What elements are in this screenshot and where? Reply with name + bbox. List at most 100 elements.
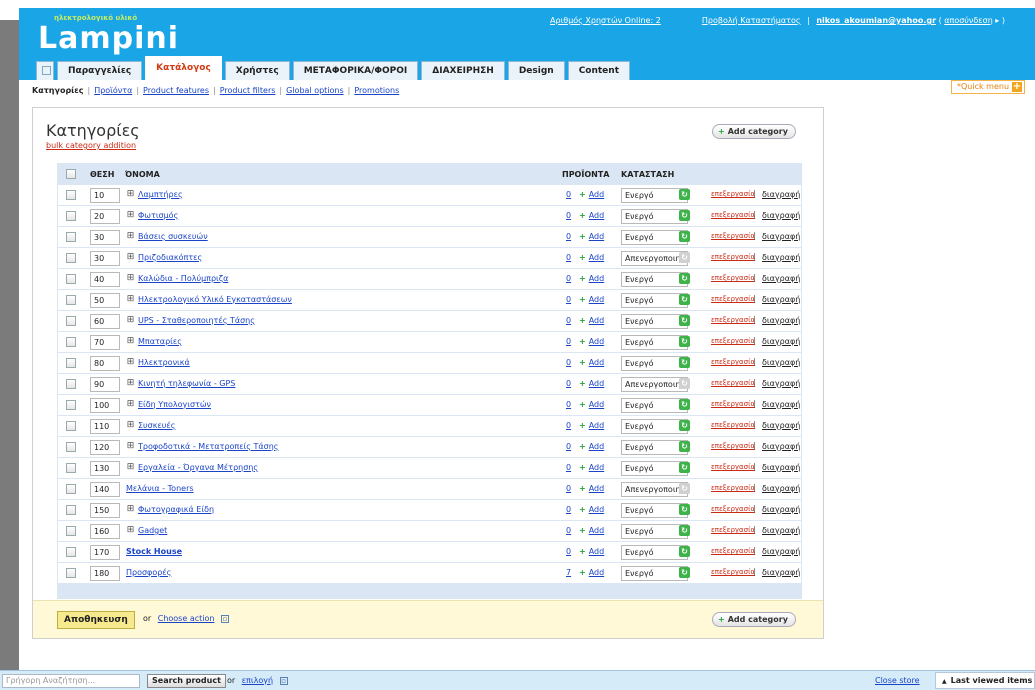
delete-link[interactable]: διαγραφή [762, 547, 800, 556]
position-input[interactable]: 140 [90, 482, 120, 497]
expand-icon[interactable]: ⊞ [126, 421, 135, 430]
category-name-link[interactable]: Εργαλεία - Όργανα Μέτρησης [138, 463, 258, 472]
status-toggle-icon[interactable]: ↻ [679, 462, 690, 473]
category-name-link[interactable]: Βάσεις συσκευών [138, 232, 208, 241]
row-checkbox[interactable] [66, 421, 76, 431]
expand-icon[interactable]: ⊞ [126, 526, 135, 535]
add-category-button-bottom[interactable]: + Add category [712, 612, 796, 627]
row-checkbox[interactable] [66, 505, 76, 515]
edit-link[interactable]: επεξεργασία [711, 484, 755, 492]
add-product-link[interactable]: + Add [579, 526, 604, 535]
product-count-link[interactable]: 0 [566, 400, 571, 409]
delete-link[interactable]: διαγραφή [762, 337, 800, 346]
delete-link[interactable]: διαγραφή [762, 484, 800, 493]
subnav-product-features[interactable]: Product features [143, 86, 209, 95]
status-toggle-icon[interactable]: ↻ [679, 378, 690, 389]
status-select[interactable]: Απενεργοποιημένο [621, 251, 688, 266]
category-name-link[interactable]: Ηλεκτρονικά [138, 358, 190, 367]
expand-icon[interactable]: ⊞ [126, 232, 135, 241]
expand-icon[interactable]: ⊞ [126, 211, 135, 220]
add-product-link[interactable]: + Add [579, 337, 604, 346]
status-select[interactable]: Ενεργό [621, 398, 688, 413]
category-name-link[interactable]: Φωτισμός [138, 211, 178, 220]
add-product-link[interactable]: + Add [579, 358, 604, 367]
product-count-link[interactable]: 0 [566, 274, 571, 283]
add-product-link[interactable]: + Add [579, 442, 604, 451]
logout-link[interactable]: αποσύνδεση [944, 16, 993, 25]
position-input[interactable]: 70 [90, 335, 120, 350]
product-count-link[interactable]: 0 [566, 463, 571, 472]
choice-link[interactable]: επιλογή [242, 676, 273, 685]
edit-link[interactable]: επεξεργασία [711, 547, 755, 555]
expand-icon[interactable]: ⊞ [126, 442, 135, 451]
edit-link[interactable]: επεξεργασία [711, 505, 755, 513]
delete-link[interactable]: διαγραφή [762, 421, 800, 430]
category-name-link[interactable]: Καλώδια - Πολύμπριζα [138, 274, 228, 283]
edit-link[interactable]: επεξεργασία [711, 274, 755, 282]
product-count-link[interactable]: 0 [566, 232, 571, 241]
status-select[interactable]: Ενεργό [621, 293, 688, 308]
delete-link[interactable]: διαγραφή [762, 274, 800, 283]
status-toggle-icon[interactable]: ↻ [679, 336, 690, 347]
expand-icon[interactable]: ⊞ [126, 400, 135, 409]
category-name-link[interactable]: Πριζοδιακόπτες [138, 253, 202, 262]
status-select[interactable]: Ενεργό [621, 503, 688, 518]
status-select[interactable]: Ενεργό [621, 566, 688, 581]
status-select[interactable]: Απενεργοποιημένο [621, 377, 688, 392]
status-toggle-icon[interactable]: ↻ [679, 189, 690, 200]
delete-link[interactable]: διαγραφή [762, 526, 800, 535]
category-name-link[interactable]: Λαμπτήρες [138, 190, 183, 199]
status-toggle-icon[interactable]: ↻ [679, 504, 690, 515]
save-button[interactable]: Αποθηκευση [57, 611, 135, 629]
bulk-category-link[interactable]: bulk category addition [46, 141, 136, 150]
delete-link[interactable]: διαγραφή [762, 232, 800, 241]
row-checkbox[interactable] [66, 232, 76, 242]
status-toggle-icon[interactable]: ↻ [679, 525, 690, 536]
add-product-link[interactable]: + Add [579, 421, 604, 430]
edit-link[interactable]: επεξεργασία [711, 232, 755, 240]
delete-link[interactable]: διαγραφή [762, 400, 800, 409]
close-store-link[interactable]: Close store [875, 676, 920, 685]
add-product-link[interactable]: + Add [579, 505, 604, 514]
position-input[interactable]: 90 [90, 377, 120, 392]
status-toggle-icon[interactable]: ↻ [679, 399, 690, 410]
status-select[interactable]: Ενεργό [621, 335, 688, 350]
product-count-link[interactable]: 0 [566, 379, 571, 388]
online-users-link[interactable]: Αριθμός Χρηστών Online: 2 [550, 16, 661, 25]
product-count-link[interactable]: 0 [566, 253, 571, 262]
expand-icon[interactable]: ⊞ [126, 190, 135, 199]
delete-link[interactable]: διαγραφή [762, 442, 800, 451]
position-input[interactable]: 20 [90, 209, 120, 224]
product-count-link[interactable]: 0 [566, 442, 571, 451]
subnav-global-options[interactable]: Global options [286, 86, 344, 95]
expand-icon[interactable]: ⊞ [126, 505, 135, 514]
subnav-promotions[interactable]: Promotions [354, 86, 399, 95]
status-toggle-icon[interactable]: ↻ [679, 546, 690, 557]
position-input[interactable]: 120 [90, 440, 120, 455]
row-checkbox[interactable] [66, 568, 76, 578]
category-name-link[interactable]: Μελάνια - Toners [126, 484, 194, 493]
expand-icon[interactable]: ⊞ [126, 316, 135, 325]
edit-link[interactable]: επεξεργασία [711, 253, 755, 261]
product-count-link[interactable]: 0 [566, 421, 571, 430]
expand-icon[interactable]: ⊞ [126, 337, 135, 346]
expand-icon[interactable]: ⊞ [126, 253, 135, 262]
position-input[interactable]: 30 [90, 251, 120, 266]
status-toggle-icon[interactable]: ↻ [679, 294, 690, 305]
delete-link[interactable]: διαγραφή [762, 253, 800, 262]
product-count-link[interactable]: 0 [566, 505, 571, 514]
choose-action-link[interactable]: Choose action [158, 614, 215, 623]
category-name-link[interactable]: Gadget [138, 526, 167, 535]
add-category-button-top[interactable]: + Add category [712, 124, 796, 139]
select-all-checkbox[interactable] [66, 169, 76, 179]
tab-shipping-taxes[interactable]: ΜΕΤΑΦΟΡΙΚΑ/ΦΟΡΟΙ [292, 61, 419, 80]
status-select[interactable]: Ενεργό [621, 188, 688, 203]
tab-orders[interactable]: Παραγγελίες [57, 61, 143, 80]
tab-home[interactable] [36, 61, 54, 80]
quick-search-input[interactable]: Γρήγορη Αναζήτηση... [2, 674, 140, 688]
expand-icon[interactable]: ⊞ [126, 358, 135, 367]
delete-link[interactable]: διαγραφή [762, 316, 800, 325]
category-name-link[interactable]: UPS - Σταθεροποιητές Τάσης [138, 316, 255, 325]
add-product-link[interactable]: + Add [579, 379, 604, 388]
position-input[interactable]: 100 [90, 398, 120, 413]
